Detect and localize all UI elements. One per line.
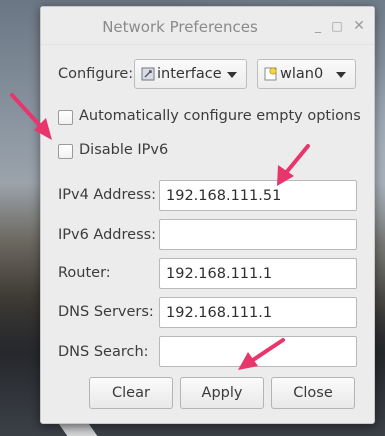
dns-servers-field[interactable] <box>159 297 357 328</box>
router-field[interactable] <box>159 258 357 289</box>
disable-ipv6-checkbox[interactable] <box>58 144 73 159</box>
ipv6-address-field[interactable] <box>159 219 357 250</box>
disable-ipv6-label[interactable]: Disable IPv6 <box>79 142 168 158</box>
network-preferences-window: Network Preferences _ □ ✕ Configure: int… <box>40 6 375 424</box>
chevron-down-icon <box>336 72 346 78</box>
clear-button[interactable]: Clear <box>89 377 173 409</box>
device-value: wlan0 <box>280 66 324 82</box>
maximize-button[interactable]: □ <box>331 20 343 32</box>
window-title: Network Preferences <box>102 18 258 36</box>
device-select[interactable]: wlan0 <box>257 59 356 89</box>
dns-search-field[interactable] <box>159 336 357 367</box>
ipv4-address-label: IPv4 Address: <box>58 187 157 203</box>
chevron-down-icon <box>227 72 237 78</box>
wireless-device-icon <box>264 67 278 81</box>
ipv4-address-field[interactable] <box>159 180 357 211</box>
ipv6-address-label: IPv6 Address: <box>58 227 157 243</box>
auto-configure-label[interactable]: Automatically configure empty options <box>79 108 361 124</box>
configure-label: Configure: <box>58 66 134 82</box>
dns-servers-label: DNS Servers: <box>58 304 154 320</box>
configure-type-select[interactable]: interface <box>134 59 247 89</box>
titlebar[interactable]: Network Preferences _ □ ✕ <box>41 7 374 45</box>
network-interface-icon <box>141 67 155 81</box>
dns-search-label: DNS Search: <box>58 344 149 360</box>
minimize-button[interactable]: _ <box>312 20 324 32</box>
router-label: Router: <box>58 265 111 281</box>
close-window-button[interactable]: ✕ <box>353 19 365 33</box>
apply-button[interactable]: Apply <box>180 377 264 409</box>
configure-type-value: interface <box>157 66 222 82</box>
auto-configure-checkbox[interactable] <box>58 110 73 125</box>
close-button[interactable]: Close <box>271 377 355 409</box>
